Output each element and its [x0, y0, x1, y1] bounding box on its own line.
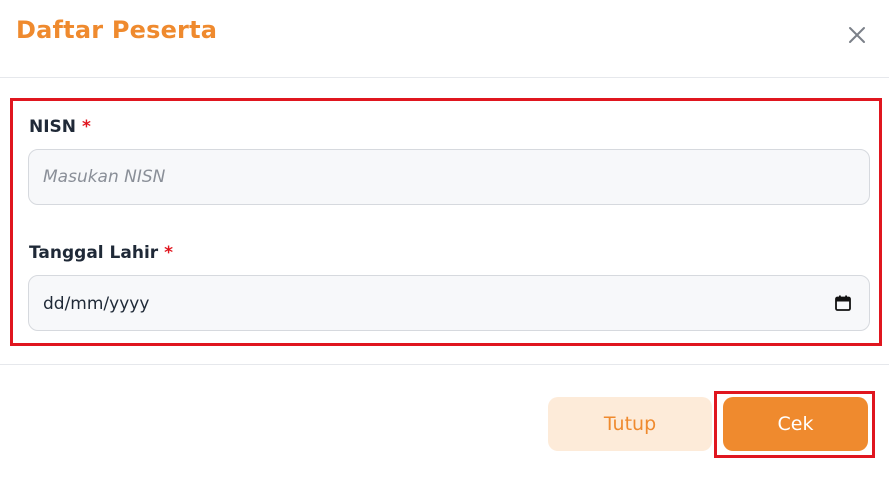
calendar-icon[interactable] — [834, 294, 852, 312]
required-mark: * — [164, 243, 174, 263]
close-button[interactable] — [842, 20, 872, 50]
tanggal-lahir-input[interactable] — [28, 275, 870, 331]
cek-button[interactable]: Cek — [723, 397, 868, 451]
required-mark: * — [82, 117, 91, 137]
modal-title: Daftar Peserta — [16, 16, 218, 44]
modal-header: Daftar Peserta — [0, 0, 889, 78]
modal-dialog: Daftar Peserta NISN* Tanggal Lahir* dd/m… — [0, 0, 889, 499]
tanggal-lahir-label: Tanggal Lahir * — [29, 243, 173, 263]
tutup-button[interactable]: Tutup — [548, 397, 712, 451]
nisn-input[interactable] — [28, 149, 870, 205]
nisn-label: NISN * — [29, 117, 91, 137]
nisn-label-text: NISN — [29, 117, 77, 137]
form-highlight-box: NISN* Tanggal Lahir* dd/mm/yyyy — [10, 98, 882, 346]
tanggal-lahir-label-text: Tanggal Lahir — [29, 243, 159, 263]
close-icon — [849, 27, 865, 43]
footer-divider — [0, 364, 889, 365]
